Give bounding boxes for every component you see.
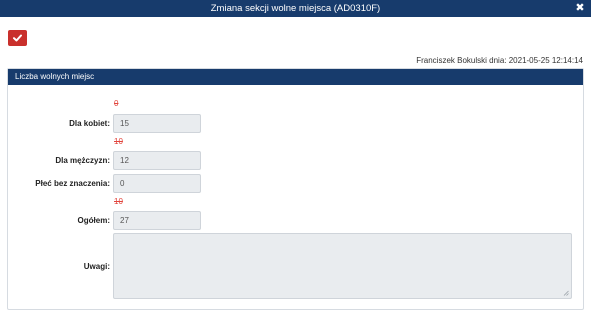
- total-label: Ogółem:: [77, 216, 110, 225]
- notes-label: Uwagi:: [83, 262, 110, 271]
- any-gender-field[interactable]: 0: [113, 174, 201, 193]
- men-old-value: 10: [114, 137, 123, 146]
- panel-title: Liczba wolnych miejsc: [8, 69, 583, 85]
- any-gender-label: Płeć bez znaczenia:: [35, 179, 110, 188]
- notes-textarea[interactable]: [113, 233, 572, 299]
- total-field[interactable]: 27: [113, 211, 201, 230]
- women-field[interactable]: 15: [113, 114, 201, 133]
- women-label: Dla kobiet:: [69, 119, 110, 128]
- close-icon[interactable]: ✖: [574, 1, 586, 15]
- modified-by-info: Franciszek Bokulski dnia: 2021-05-25 12:…: [416, 56, 583, 65]
- check-icon: [13, 34, 22, 42]
- window-title: Zmiana sekcji wolne miejsca (AD0310F): [210, 3, 381, 14]
- men-label: Dla mężczyzn:: [55, 156, 110, 165]
- women-old-value: 0: [114, 99, 119, 108]
- window-titlebar: Zmiana sekcji wolne miejsca (AD0310F) ✖: [0, 0, 591, 17]
- confirm-button[interactable]: [8, 30, 27, 46]
- total-old-value: 10: [114, 197, 123, 206]
- men-field[interactable]: 12: [113, 151, 201, 170]
- resize-grip-icon[interactable]: [563, 290, 569, 296]
